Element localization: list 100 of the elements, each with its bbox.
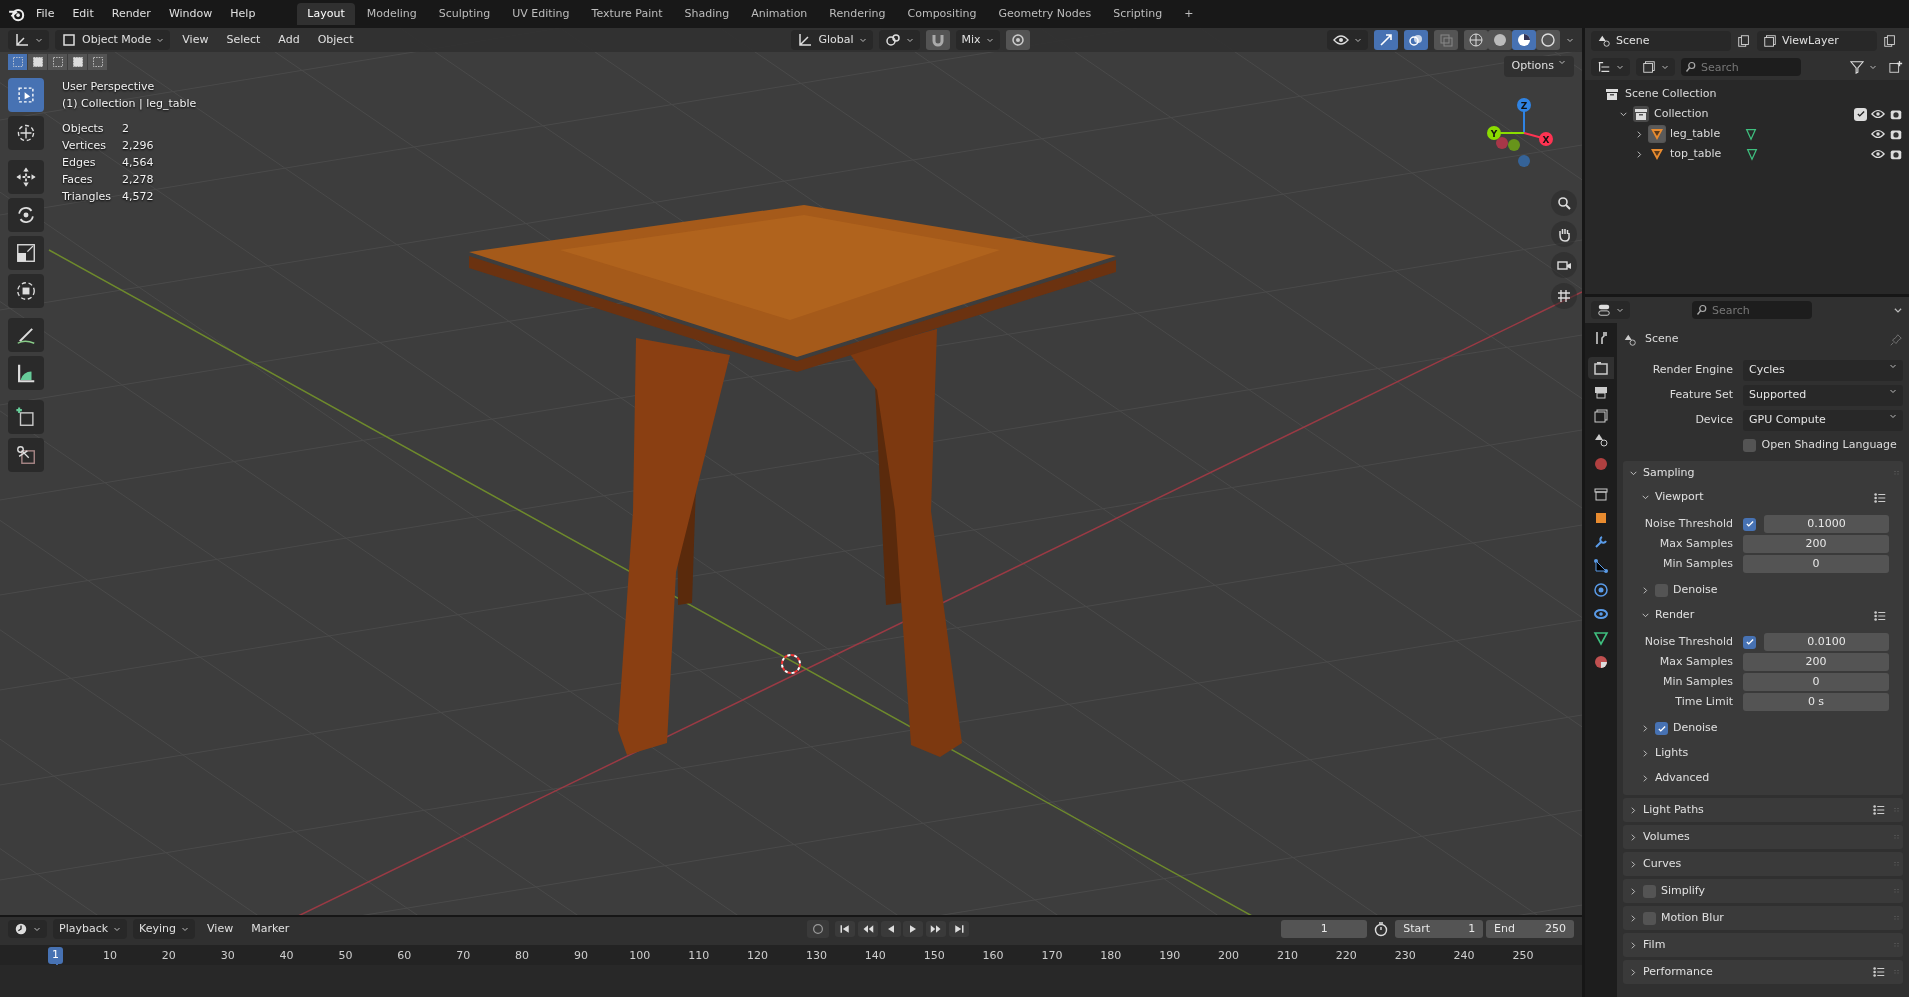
selection-mode-button[interactable] bbox=[28, 54, 47, 70]
eye-icon[interactable] bbox=[1871, 107, 1885, 121]
checkbox[interactable] bbox=[1743, 517, 1756, 531]
menu-item[interactable]: Window bbox=[160, 3, 221, 25]
panel-title[interactable]: Motion Blur bbox=[1661, 909, 1724, 927]
viewport-nav-button[interactable] bbox=[1551, 190, 1577, 216]
playhead-frame[interactable]: 1 bbox=[48, 947, 63, 964]
checkbox[interactable] bbox=[1655, 584, 1668, 597]
number-field[interactable]: 0.1000 bbox=[1764, 514, 1889, 534]
auto-keying-button[interactable] bbox=[807, 920, 830, 938]
proportional-edit-button[interactable] bbox=[1005, 30, 1030, 50]
editor-type-button[interactable] bbox=[8, 30, 49, 50]
number-field[interactable]: 200 bbox=[1743, 652, 1889, 672]
panel-title[interactable]: Light Paths bbox=[1643, 801, 1704, 819]
wireframe-shading-button[interactable] bbox=[1464, 30, 1488, 50]
pivot-dropdown[interactable] bbox=[878, 30, 920, 50]
menu-item[interactable]: View bbox=[176, 29, 215, 51]
rendered-shading-button[interactable] bbox=[1536, 30, 1560, 50]
number-field[interactable]: 0 bbox=[1743, 554, 1889, 574]
number-field[interactable]: 0 bbox=[1743, 672, 1889, 692]
solid-shading-button[interactable] bbox=[1488, 30, 1512, 50]
eye-icon[interactable] bbox=[1871, 127, 1885, 141]
duplicate-icon[interactable] bbox=[1883, 34, 1897, 48]
panel-title[interactable]: Render bbox=[1655, 607, 1695, 624]
mesh-data-icon[interactable] bbox=[1745, 147, 1760, 161]
checkbox[interactable] bbox=[1743, 635, 1756, 649]
outliner-item[interactable]: top_table bbox=[1670, 145, 1722, 163]
filter-view-dropdown[interactable] bbox=[1636, 58, 1675, 76]
presets-list-icon[interactable] bbox=[1873, 490, 1887, 505]
checkbox[interactable] bbox=[1743, 439, 1756, 452]
workspace-tab[interactable]: UV Editing bbox=[502, 2, 580, 26]
axis-negative-dot[interactable] bbox=[1496, 137, 1508, 149]
presets-list-icon[interactable] bbox=[1872, 965, 1886, 979]
menu-item[interactable]: Render bbox=[103, 3, 159, 25]
dropdown[interactable]: Supported bbox=[1743, 385, 1903, 406]
tool-button[interactable] bbox=[8, 356, 44, 390]
dropdown[interactable]: Cycles bbox=[1743, 360, 1903, 381]
search-field[interactable]: Search bbox=[1681, 58, 1801, 76]
menu-item[interactable]: Marker bbox=[245, 918, 296, 940]
eye-icon[interactable] bbox=[1871, 147, 1885, 161]
workspace-tab[interactable]: Scripting bbox=[1103, 2, 1173, 26]
editor-type-button[interactable] bbox=[8, 920, 47, 938]
number-field[interactable]: 0.0100 bbox=[1764, 632, 1889, 652]
panel-title[interactable]: Film bbox=[1643, 936, 1666, 954]
axis-negative-dot[interactable] bbox=[1508, 139, 1520, 151]
playback-button[interactable] bbox=[857, 921, 878, 937]
overlay-toggle-button[interactable] bbox=[1404, 30, 1428, 50]
viewport-nav-button[interactable] bbox=[1551, 221, 1577, 247]
playback-button[interactable] bbox=[948, 921, 969, 937]
tool-button[interactable] bbox=[8, 438, 44, 472]
checkbox[interactable] bbox=[1854, 107, 1867, 121]
tool-button[interactable] bbox=[8, 236, 44, 270]
mode-dropdown[interactable]: Object Mode bbox=[55, 29, 171, 51]
menu-item[interactable]: File bbox=[28, 3, 63, 25]
mesh-data-icon[interactable] bbox=[1744, 127, 1759, 141]
workspace-tab[interactable]: Geometry Nodes bbox=[988, 2, 1102, 26]
workspace-tab[interactable]: Rendering bbox=[819, 2, 896, 26]
selection-mode-button[interactable] bbox=[88, 54, 107, 70]
outliner-item[interactable]: leg_table bbox=[1670, 125, 1721, 143]
current-frame-field[interactable]: 1 bbox=[1281, 919, 1368, 939]
triangle-mesh-icon[interactable] bbox=[1649, 126, 1665, 142]
menu-item[interactable]: Playback bbox=[53, 918, 128, 940]
menu-item[interactable]: Object bbox=[311, 29, 360, 51]
workspace-tab[interactable]: Texture Paint bbox=[581, 2, 673, 26]
panel-title[interactable]: Volumes bbox=[1643, 828, 1690, 846]
panel-title[interactable]: Viewport bbox=[1655, 489, 1704, 506]
end-frame-field[interactable]: End 250 bbox=[1486, 919, 1574, 939]
panel-title[interactable]: Sampling bbox=[1643, 464, 1695, 482]
display-mode-dropdown[interactable] bbox=[1591, 58, 1630, 76]
panel-title[interactable]: Advanced bbox=[1655, 770, 1710, 787]
menu-item[interactable]: Help bbox=[222, 3, 264, 25]
tool-button[interactable] bbox=[8, 198, 44, 232]
menu-item[interactable]: Select bbox=[220, 29, 267, 51]
caret-icon[interactable] bbox=[1566, 36, 1574, 44]
tool-button[interactable] bbox=[8, 318, 44, 352]
snap-mode-dropdown[interactable]: Mix bbox=[955, 29, 1000, 51]
viewport-nav-button[interactable] bbox=[1551, 283, 1577, 309]
properties-tab[interactable] bbox=[1588, 357, 1614, 379]
menu-item[interactable]: Add bbox=[272, 29, 306, 51]
editor-type-button[interactable] bbox=[1591, 301, 1630, 319]
viewport-nav-button[interactable] bbox=[1551, 252, 1577, 278]
tool-button[interactable] bbox=[8, 160, 44, 194]
tool-button[interactable] bbox=[8, 274, 44, 308]
options-dropdown[interactable]: Options bbox=[1503, 56, 1574, 77]
duplicate-icon[interactable] bbox=[1737, 34, 1751, 48]
dropdown[interactable]: GPU Compute bbox=[1743, 410, 1903, 431]
workspace-tab[interactable]: Animation bbox=[741, 2, 818, 26]
tool-button[interactable] bbox=[8, 400, 44, 434]
stopwatch-icon[interactable] bbox=[1373, 921, 1390, 937]
workspace-tab[interactable]: Layout bbox=[297, 2, 355, 26]
selection-mode-button[interactable] bbox=[48, 54, 67, 70]
menu-item[interactable]: View bbox=[201, 918, 240, 940]
panel-title[interactable]: Denoise bbox=[1673, 720, 1718, 737]
workspace-tab[interactable]: Modeling bbox=[356, 2, 427, 26]
snap-button[interactable] bbox=[925, 30, 950, 50]
caret-icon[interactable] bbox=[1893, 305, 1903, 315]
checkbox[interactable] bbox=[1643, 884, 1656, 898]
view-layer-selector[interactable]: ViewLayer bbox=[1757, 30, 1877, 52]
number-field[interactable]: 200 bbox=[1743, 534, 1889, 554]
panel-title[interactable]: Lights bbox=[1655, 745, 1689, 762]
